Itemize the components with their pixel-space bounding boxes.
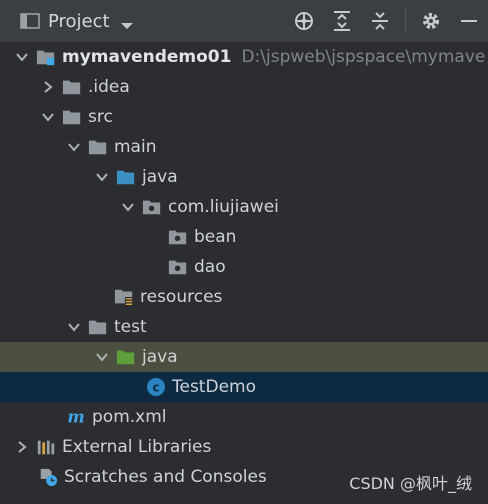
- chevron-down-icon[interactable]: [120, 16, 134, 29]
- tree-item-main[interactable]: main: [0, 132, 488, 162]
- folder-icon: [88, 317, 108, 337]
- tree-item-label: resources: [140, 287, 223, 307]
- package-icon: [142, 197, 162, 217]
- chevron-collapsed-icon[interactable]: [14, 439, 30, 455]
- toolbar-separator: [405, 9, 406, 33]
- tree-item-testdemo[interactable]: c TestDemo: [0, 372, 488, 402]
- chevron-collapsed-icon[interactable]: [40, 79, 56, 95]
- locate-icon[interactable]: [292, 9, 316, 33]
- watermark: CSDN @枫叶_绒: [349, 474, 472, 493]
- collapse-all-icon[interactable]: [368, 9, 392, 33]
- chevron-expanded-icon[interactable]: [94, 349, 110, 365]
- tree-item-label: test: [114, 317, 147, 337]
- tree-item-resources[interactable]: resources: [0, 282, 488, 312]
- chevron-expanded-icon[interactable]: [94, 169, 110, 185]
- tree-item-label: com.liujiawei: [168, 197, 279, 217]
- tree-item-pom[interactable]: m pom.xml: [0, 402, 488, 432]
- tree-item-label: dao: [194, 257, 226, 277]
- tree-item-label: Scratches and Consoles: [64, 467, 267, 487]
- scratches-icon: [38, 467, 58, 487]
- tree-item-label: src: [88, 107, 113, 127]
- tree-item-label: .idea: [88, 77, 130, 97]
- tree-item-bean[interactable]: bean: [0, 222, 488, 252]
- svg-text:m: m: [67, 407, 84, 426]
- libraries-icon: [36, 437, 56, 457]
- maven-icon: m: [66, 407, 86, 427]
- chevron-expanded-icon[interactable]: [66, 319, 82, 335]
- settings-gear-icon[interactable]: [419, 9, 443, 33]
- resources-folder-icon: [114, 287, 134, 307]
- svg-text:c: c: [152, 381, 159, 395]
- folder-icon: [62, 77, 82, 97]
- test-source-folder-icon: [116, 347, 136, 367]
- tree-item-src[interactable]: src: [0, 102, 488, 132]
- tree-item-idea[interactable]: .idea: [0, 72, 488, 102]
- tree-item-label: bean: [194, 227, 237, 247]
- module-folder-icon: [36, 47, 56, 67]
- tree-item-label: java: [142, 347, 178, 367]
- expand-all-icon[interactable]: [330, 9, 354, 33]
- tree-item-label: java: [142, 167, 178, 187]
- chevron-expanded-icon[interactable]: [14, 49, 30, 65]
- tree-item-label: TestDemo: [172, 377, 256, 397]
- tree-item-root-module[interactable]: mymavendemo01 D:\jspweb\jspspace\mymave: [0, 42, 488, 72]
- java-class-icon: c: [146, 377, 166, 397]
- package-icon: [168, 257, 188, 277]
- tree-item-dao[interactable]: dao: [0, 252, 488, 282]
- project-toolbar: Project: [0, 0, 488, 42]
- folder-icon: [88, 137, 108, 157]
- tree-item-main-java[interactable]: java: [0, 162, 488, 192]
- project-title[interactable]: Project: [48, 11, 110, 32]
- package-icon: [168, 227, 188, 247]
- tree-item-package[interactable]: com.liujiawei: [0, 192, 488, 222]
- tree-item-label: External Libraries: [62, 437, 212, 457]
- tree-item-test[interactable]: test: [0, 312, 488, 342]
- module-path: D:\jspweb\jspspace\mymave: [241, 47, 486, 67]
- source-folder-icon: [116, 167, 136, 187]
- chevron-expanded-icon[interactable]: [66, 139, 82, 155]
- tree-item-label: main: [114, 137, 157, 157]
- chevron-expanded-icon[interactable]: [40, 109, 56, 125]
- tree-item-external-libraries[interactable]: External Libraries: [0, 432, 488, 462]
- project-view-icon: [20, 13, 40, 29]
- chevron-expanded-icon[interactable]: [120, 199, 136, 215]
- tree-item-label: mymavendemo01: [62, 47, 232, 67]
- tree-item-label: pom.xml: [92, 407, 167, 427]
- hide-minus-icon[interactable]: [457, 9, 481, 33]
- tree-item-test-java[interactable]: java: [0, 342, 488, 372]
- folder-icon: [62, 107, 82, 127]
